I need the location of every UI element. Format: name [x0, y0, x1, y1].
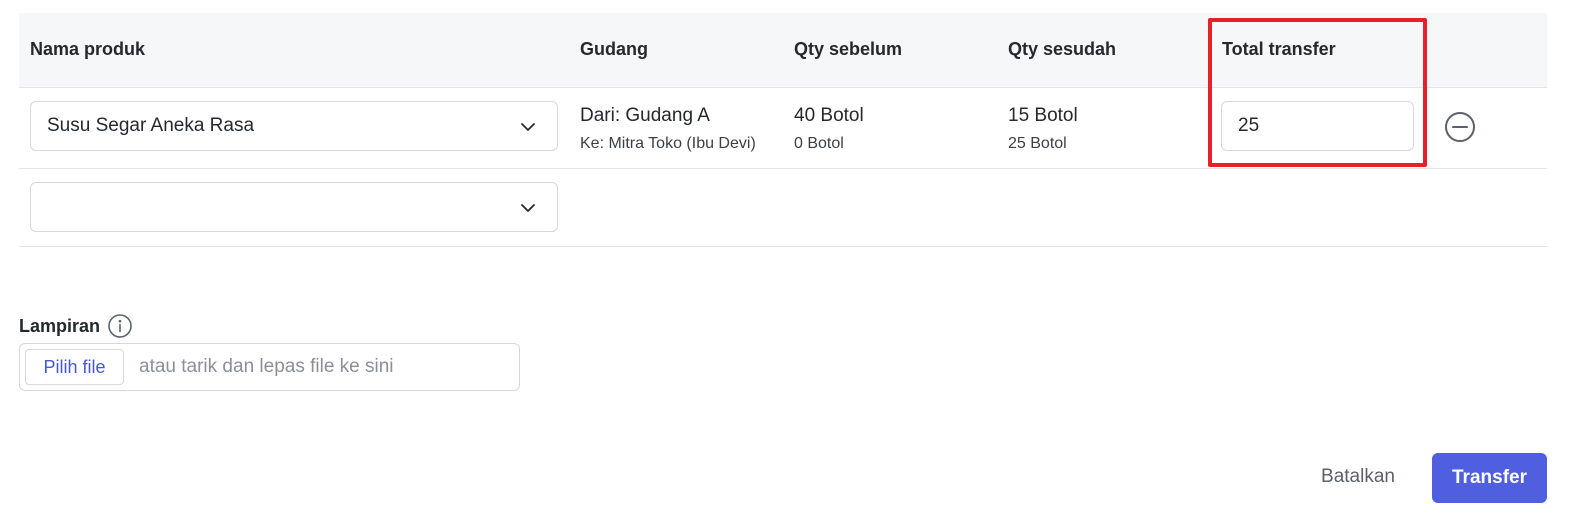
table-row: Susu Segar Aneka Rasa Dari: Gudang A Ke:… — [19, 88, 1547, 169]
choose-file-button[interactable]: Pilih file — [25, 349, 124, 385]
qty-after-destination: 25 Botol — [1008, 135, 1067, 152]
info-icon[interactable] — [107, 313, 133, 339]
warehouse-cell: Dari: Gudang A Ke: Mitra Toko (Ibu Devi) — [580, 104, 756, 154]
table-row — [19, 169, 1547, 247]
header-total-transfer: Total transfer — [1222, 39, 1336, 59]
header-qty-after: Qty sesudah — [1008, 39, 1117, 59]
product-select-empty[interactable] — [30, 182, 558, 232]
qty-before-source: 40 Botol — [794, 105, 864, 126]
warehouse-to: Ke: Mitra Toko (Ibu Devi) — [580, 135, 756, 152]
file-dropzone[interactable]: Pilih file atau tarik dan lepas file ke … — [19, 343, 520, 391]
minus-circle-icon[interactable] — [1443, 110, 1477, 144]
chevron-down-icon — [521, 123, 535, 131]
warehouse-from: Dari: Gudang A — [580, 105, 710, 126]
qty-before-destination: 0 Botol — [794, 135, 844, 152]
qty-after-cell: 15 Botol 25 Botol — [1008, 104, 1078, 154]
header-warehouse: Gudang — [580, 39, 648, 59]
transfer-stock-form: Nama produk Gudang Qty sebelum Qty sesud… — [0, 0, 1586, 525]
dropzone-placeholder: atau tarik dan lepas file ke sini — [139, 356, 394, 377]
product-select-value: Susu Segar Aneka Rasa — [47, 115, 255, 136]
table-header: Nama produk Gudang Qty sebelum Qty sesud… — [19, 13, 1547, 88]
header-product: Nama produk — [30, 39, 146, 59]
qty-after-source: 15 Botol — [1008, 105, 1078, 126]
header-qty-before: Qty sebelum — [794, 39, 903, 59]
cancel-button[interactable]: Batalkan — [1308, 453, 1408, 501]
attachment-label: Lampiran — [19, 315, 101, 336]
attachment-label-wrap: Lampiran — [19, 313, 133, 339]
total-transfer-input[interactable] — [1221, 101, 1414, 151]
product-select[interactable]: Susu Segar Aneka Rasa — [30, 101, 558, 151]
chevron-down-icon — [521, 204, 535, 212]
qty-before-cell: 40 Botol 0 Botol — [794, 104, 864, 154]
transfer-button[interactable]: Transfer — [1432, 453, 1547, 503]
